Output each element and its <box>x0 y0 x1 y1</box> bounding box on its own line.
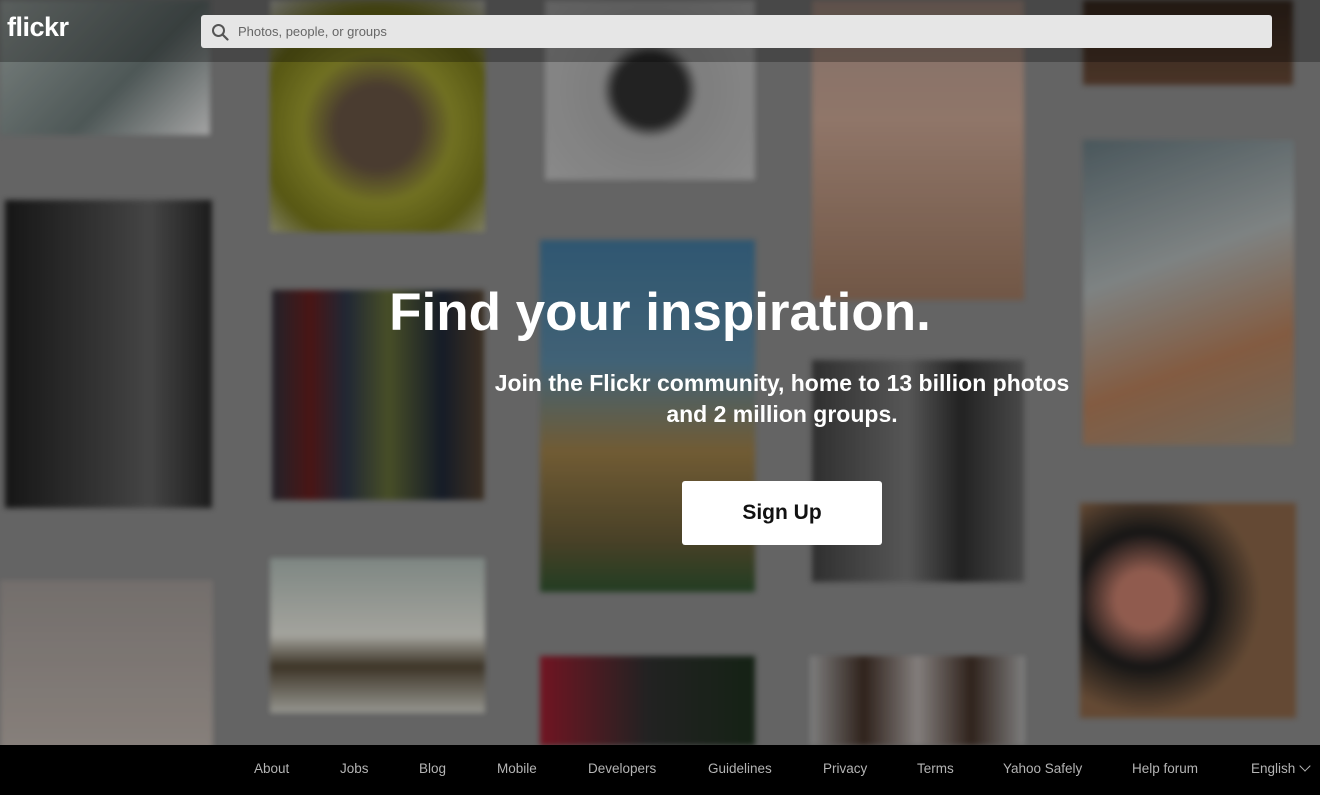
footer-link-developers[interactable]: Developers <box>588 761 656 776</box>
footer-link-guidelines[interactable]: Guidelines <box>708 761 772 776</box>
search-bar[interactable] <box>201 15 1272 48</box>
footer-link-privacy[interactable]: Privacy <box>823 761 867 776</box>
chevron-down-icon <box>1299 760 1311 772</box>
flickr-logo[interactable]: flickr <box>7 12 69 43</box>
hero-subtitle-line-2: and 2 million groups. <box>666 401 898 427</box>
top-bar: flickr <box>0 0 1320 62</box>
footer-link-help-forum[interactable]: Help forum <box>1132 761 1198 776</box>
footer-link-blog[interactable]: Blog <box>419 761 446 776</box>
language-selector[interactable]: English <box>1251 760 1311 776</box>
footer-link-jobs[interactable]: Jobs <box>340 761 369 776</box>
footer-link-yahoo-safely[interactable]: Yahoo Safely <box>1003 761 1082 776</box>
hero-subtitle: Join the Flickr community, home to 13 bi… <box>460 368 1104 430</box>
sign-up-button[interactable]: Sign Up <box>682 481 882 545</box>
hero-title: Find your inspiration. <box>389 283 931 342</box>
footer-link-mobile[interactable]: Mobile <box>497 761 537 776</box>
footer-link-about[interactable]: About <box>254 761 289 776</box>
language-label: English <box>1251 761 1296 776</box>
hero-subtitle-line-1: Join the Flickr community, home to 13 bi… <box>494 370 1070 396</box>
footer-link-terms[interactable]: Terms <box>917 761 954 776</box>
search-input[interactable] <box>238 15 1258 48</box>
search-icon[interactable] <box>211 23 229 41</box>
footer: About Jobs Blog Mobile Developers Guidel… <box>0 745 1320 795</box>
